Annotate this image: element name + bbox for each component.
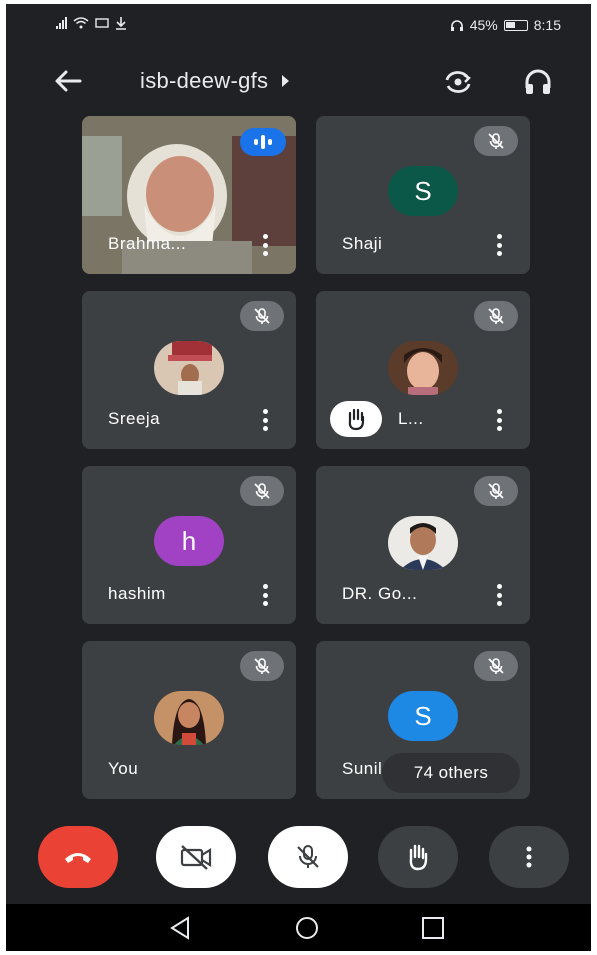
avatar-initial: S [414, 175, 432, 206]
participant-name: DR. Go... [342, 584, 418, 603]
mic-off-icon [240, 651, 284, 681]
mic-off-icon [240, 301, 284, 331]
participant-tile-l[interactable]: L... [316, 291, 530, 449]
download-icon [116, 17, 126, 30]
nav-back-icon[interactable] [166, 914, 196, 942]
mic-off-icon [474, 301, 518, 331]
participant-name: Sreeja [108, 409, 161, 428]
participant-tile-sreeja[interactable]: Sreeja [82, 291, 296, 449]
participant-tile-shaji[interactable]: S Shaji [316, 116, 530, 274]
participant-tile-hashim[interactable]: h hashim [82, 466, 296, 624]
meeting-title[interactable]: isb-deew-gfs [140, 68, 290, 94]
more-options-icon[interactable] [496, 584, 502, 606]
battery-icon [503, 19, 528, 31]
mic-off-icon [474, 651, 518, 681]
call-controls [6, 826, 591, 888]
avatar [388, 341, 458, 395]
audio-output-headphones-icon[interactable] [522, 66, 554, 98]
mic-off-icon [240, 476, 284, 506]
hand-raised-icon [330, 401, 382, 437]
wifi-icon [73, 17, 89, 29]
cast-icon [95, 18, 109, 28]
speaking-indicator-icon [240, 128, 286, 156]
meeting-code: isb-deew-gfs [140, 68, 269, 93]
clock: 8:15 [533, 17, 561, 33]
status-icons-right: 45% 8:15 [450, 17, 561, 33]
participant-name: Brahma... [108, 234, 187, 253]
mic-toggle-button[interactable] [268, 826, 348, 888]
raise-hand-button[interactable] [378, 826, 458, 888]
participant-name: You [108, 759, 139, 778]
camera-toggle-button[interactable] [156, 826, 236, 888]
mic-off-icon [297, 845, 319, 868]
switch-camera-icon[interactable] [442, 66, 474, 98]
caret-right-icon [282, 75, 290, 87]
more-options-button[interactable] [489, 826, 569, 888]
participant-tile-brahma[interactable]: Brahma... [82, 116, 296, 274]
cell-signal-icon [56, 17, 67, 29]
participant-tile-dr-go[interactable]: DR. Go... [316, 466, 530, 624]
avatar [388, 516, 458, 570]
phone-screen: 45% 8:15 isb-deew-gfs Brahma... S Shaji … [6, 4, 591, 951]
more-vert-icon [526, 846, 532, 868]
status-icons-left [56, 16, 127, 30]
avatar: S [388, 166, 458, 216]
back-arrow-icon[interactable] [50, 66, 86, 96]
phone-hangup-icon [65, 853, 91, 863]
status-bar: 45% 8:15 [6, 4, 591, 44]
more-options-icon[interactable] [496, 409, 502, 431]
participant-name: Shaji [342, 234, 383, 253]
hand-icon [409, 844, 428, 871]
participant-name: L... [398, 409, 424, 428]
mic-off-icon [474, 476, 518, 506]
battery-percent: 45% [469, 17, 498, 33]
participant-name: hashim [108, 584, 166, 603]
nav-recents-icon[interactable] [418, 914, 448, 942]
avatar-initial: S [414, 700, 432, 731]
more-options-icon[interactable] [262, 409, 268, 431]
participant-tile-you[interactable]: You [82, 641, 296, 799]
avatar: S [388, 691, 458, 741]
headset-status-icon [450, 19, 463, 31]
camera-off-icon [180, 845, 212, 870]
avatar [154, 341, 224, 395]
others-count-chip[interactable]: 74 others [382, 753, 520, 793]
avatar [154, 691, 224, 745]
participant-name: Sunil [342, 759, 383, 778]
nav-home-icon[interactable] [292, 914, 322, 942]
system-navigation-bar [6, 904, 591, 951]
end-call-button[interactable] [38, 826, 118, 888]
mic-off-icon [474, 126, 518, 156]
avatar-initial: h [181, 525, 197, 556]
more-options-icon[interactable] [496, 234, 502, 256]
meeting-header: isb-deew-gfs [6, 56, 591, 108]
avatar: h [154, 516, 224, 566]
more-options-icon[interactable] [262, 584, 268, 606]
more-options-icon[interactable] [262, 234, 268, 256]
